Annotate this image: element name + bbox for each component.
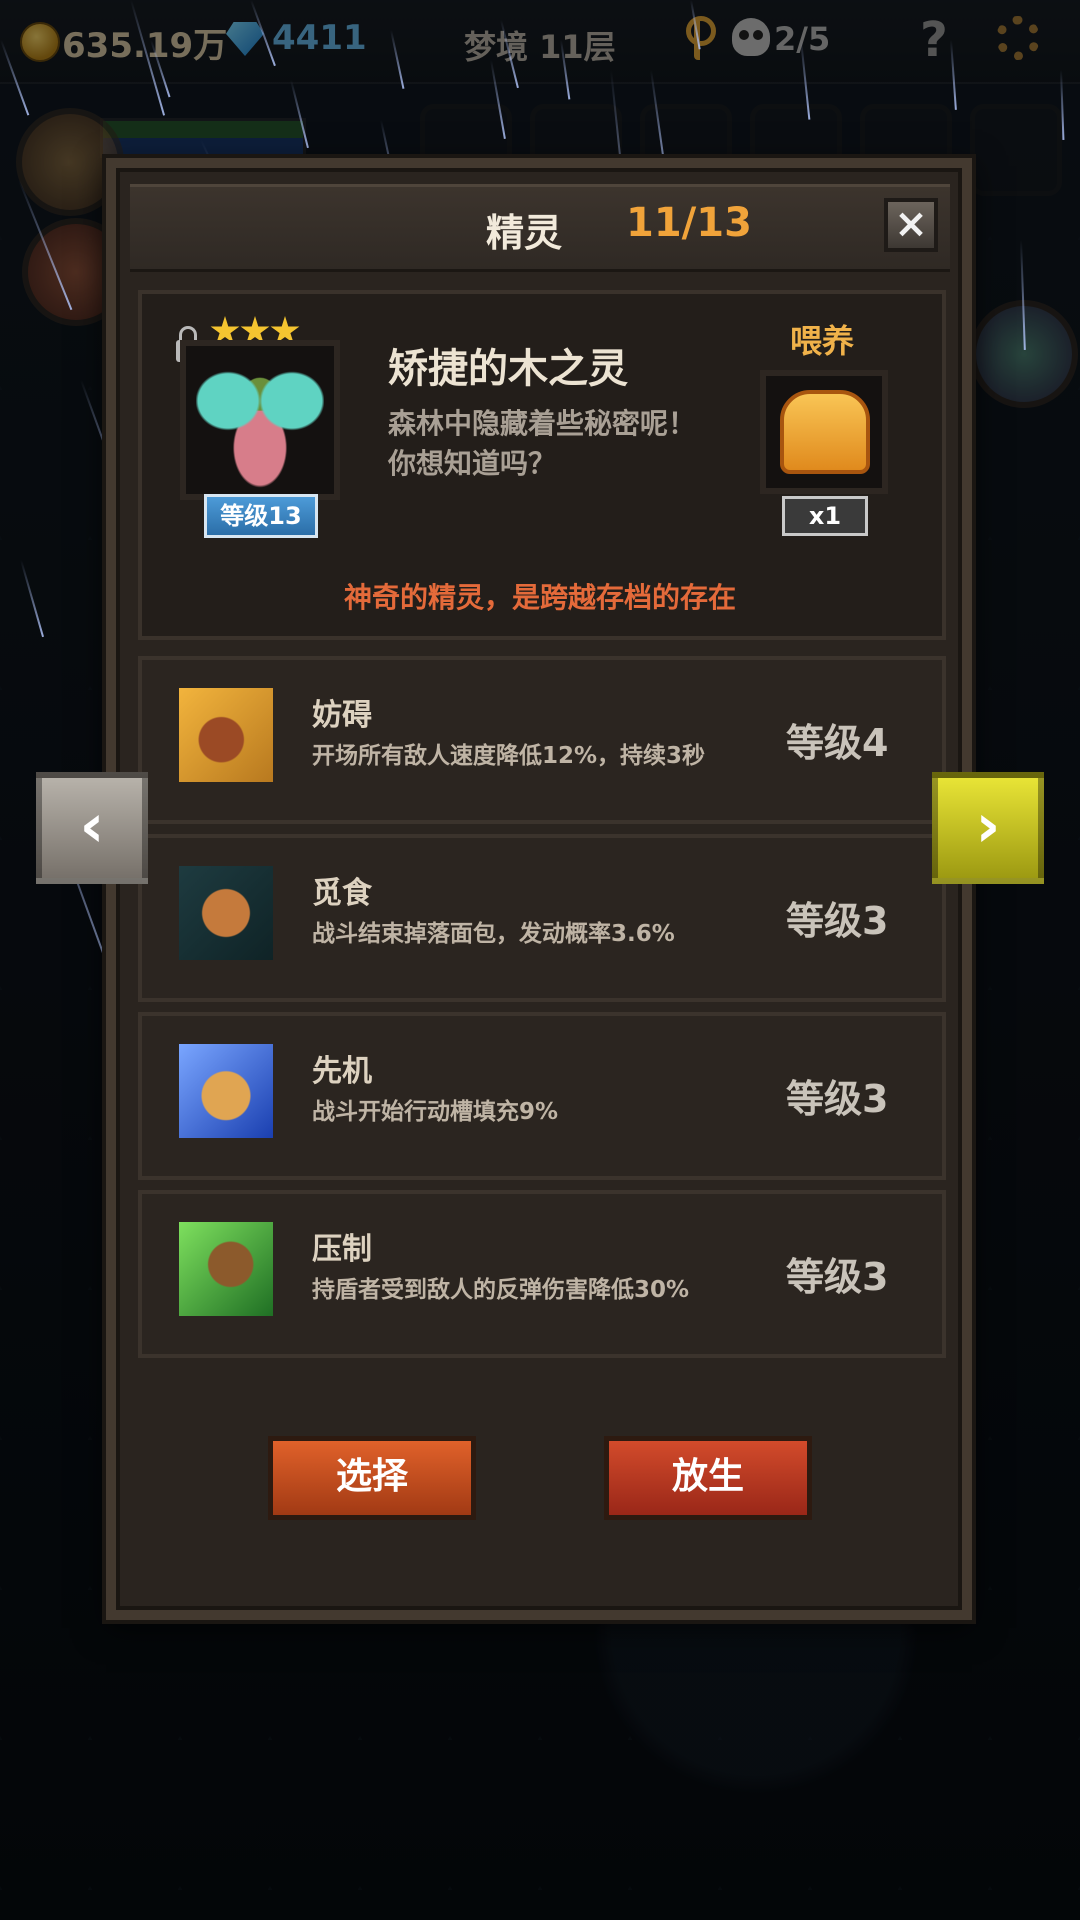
leopard-icon [179,1044,273,1138]
gingerbread-icon [179,866,273,960]
chained-boot-icon [179,688,273,782]
skill-description: 持盾者受到敌人的反弹伤害降低30% [312,1277,690,1303]
skill-level: 等级3 [786,1255,889,1299]
panel-title: 精灵 [486,211,563,255]
skill-description: 开场所有敌人速度降低12%，持续3秒 [312,743,706,769]
spirit-name: 矫捷的木之灵 [388,346,628,392]
spirit-description: 森林中隐藏着些秘密呢！ 你想知道吗？ [388,404,728,484]
close-button[interactable]: × [884,198,938,252]
skill-name: 妨碍 [312,698,372,733]
release-button[interactable]: 放生 [604,1436,812,1520]
select-button[interactable]: 选择 [268,1436,476,1520]
skill-name: 觅食 [312,876,372,911]
skill-description: 战斗开始行动槽填充9% [312,1099,559,1125]
spirit-count: 11/13 [626,200,752,246]
spirit-desc-line: 你想知道吗？ [388,447,557,480]
skill-level: 等级3 [786,899,889,943]
skill-name: 压制 [312,1232,372,1267]
skill-description: 战斗结束掉落面包，发动概率3.6% [312,921,675,947]
feed-label: 喂养 [790,322,855,360]
skill-name: 先机 [312,1054,372,1089]
next-spirit-button[interactable]: › [932,772,1044,884]
beast-claw-icon [179,1222,273,1316]
feed-item-count: x1 [782,496,868,536]
spirit-notice: 神奇的精灵，是跨越存档的存在 [343,581,736,614]
fairy-spirit-icon [196,354,324,488]
spirit-level-badge: 等级13 [204,494,318,538]
bread-icon[interactable] [780,390,870,474]
spirit-desc-line: 森林中隐藏着些秘密呢！ [388,407,697,440]
skill-level: 等级3 [786,1077,889,1121]
skill-level: 等级4 [786,721,889,765]
previous-spirit-button[interactable]: ‹ [36,772,148,884]
